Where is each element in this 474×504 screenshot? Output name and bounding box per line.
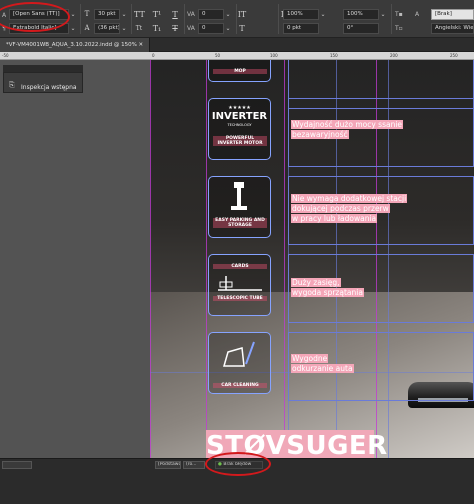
ruler-mark: -50 — [2, 53, 9, 58]
underline-icon[interactable]: T — [170, 9, 180, 20]
ruler-mark: 250 — [450, 53, 458, 58]
car-seat-icon — [220, 340, 260, 370]
feature-icon-caption: POWERFUL INVERTER MOTOR — [213, 136, 267, 146]
tracking-dropdown-icon[interactable]: ⌄ — [224, 23, 232, 34]
font-style-dropdown-icon[interactable]: ⌄ — [69, 23, 77, 34]
leading-icon: A — [84, 24, 90, 32]
subscript-icon[interactable]: T₁ — [152, 23, 162, 34]
annotation-circle — [205, 452, 271, 476]
character-style-field[interactable]: [Brak] — [431, 9, 474, 20]
vertical-scale-field[interactable]: 100% — [283, 9, 319, 20]
horizontal-scale-dropdown-icon[interactable]: ⌄ — [379, 9, 387, 20]
feature-text-line: Wygodne — [291, 354, 329, 363]
page-navigation[interactable] — [2, 461, 32, 469]
feature-text-line: w pracy lub ładowania — [291, 214, 378, 223]
feature-icon-caption-top: CARDS — [213, 264, 267, 269]
ruler-mark: 100 — [270, 53, 278, 58]
preflight-panel-label[interactable]: Inspekcja wstępna — [21, 84, 77, 91]
all-caps-icon[interactable]: TT — [134, 9, 145, 20]
feature-text[interactable]: Duży zasięg, wygoda sprzątania — [291, 278, 364, 298]
separator — [184, 4, 185, 34]
baseline-shift-field[interactable]: 0 pkt — [283, 23, 319, 34]
close-icon[interactable]: ✕ — [139, 42, 144, 48]
document-tab[interactable]: *VF-VM4001WB_AQUA_3.10.2022.indd @ 150% … — [0, 38, 151, 52]
panel-header[interactable] — [3, 65, 83, 72]
font-size-dropdown-icon[interactable]: ⌄ — [120, 9, 128, 20]
margin-guide — [206, 60, 207, 458]
font-size-icon: T — [84, 10, 90, 18]
font-family-dropdown-icon[interactable]: ⌄ — [69, 9, 77, 20]
kerning-field[interactable]: 0 — [198, 9, 224, 20]
feature-text[interactable]: Wygodne odkurzanie auta — [291, 354, 354, 374]
telescopic-tube-icon — [216, 272, 264, 294]
character-style-icon: A — [415, 11, 420, 18]
separator — [278, 4, 279, 34]
parking-stand-icon — [228, 181, 250, 211]
ruler-mark: 50 — [215, 53, 221, 58]
feature-text-line: dokującej podczas przerw — [291, 204, 390, 213]
color-swatch-icon[interactable]: T▪ — [395, 9, 403, 20]
leading-field[interactable]: (36 pkt) — [94, 23, 120, 34]
language-field[interactable]: Angielski: Wielka — [431, 23, 474, 34]
feature-icon-caption: TELESCOPIC TUBE — [213, 296, 267, 301]
feature-icon-caption: EASY PARKING AND STORAGE — [213, 218, 267, 228]
feature-icon-caption: MOP — [213, 69, 267, 74]
horizontal-ruler: -50 0 50 100 150 200 250 — [0, 52, 474, 60]
feature-text-line: wygoda sprzątania — [291, 288, 364, 297]
feature-icon-caption: CAR CLEANING — [213, 383, 267, 388]
separator — [80, 4, 81, 34]
margin-guide — [150, 60, 151, 458]
strikethrough-icon[interactable]: T — [170, 23, 180, 34]
font-size-field[interactable]: 30 pkt — [94, 9, 120, 20]
feature-text-line: bezawaryjność — [291, 130, 349, 139]
inverter-logo-sub: TECHNOLOGY — [227, 123, 252, 127]
separator — [131, 4, 132, 34]
kerning-dropdown-icon[interactable]: ⌄ — [224, 9, 232, 20]
pasteboard — [0, 60, 150, 458]
feature-text-line: Wydajność dużo mocy ssanie — [291, 120, 404, 129]
tracking-icon: VA — [187, 25, 195, 32]
document-tab-title: *VF-VM4001WB_AQUA_3.10.2022.indd @ 150% — [6, 42, 137, 48]
preflight-icon[interactable]: ⎘ — [9, 81, 19, 90]
kerning-icon: VA — [187, 11, 195, 18]
status-info[interactable]: (ro... — [183, 461, 205, 469]
separator — [391, 4, 392, 34]
vertical-scale-dropdown-icon[interactable]: ⌄ — [319, 9, 327, 20]
control-bar: A ¶ [Open Sans (TT)] ⌄ Extrabold Italic]… — [0, 0, 474, 38]
leading-dropdown-icon[interactable]: ⌄ — [120, 23, 128, 34]
feature-text[interactable]: Wydajność dużo mocy ssanie bezawaryjność — [291, 120, 404, 140]
inverter-logo: INVERTER — [211, 111, 268, 122]
small-caps-icon[interactable]: Tt — [134, 23, 144, 34]
document-canvas[interactable]: MOP ★★★★★ INVERTER TECHNOLOGY POWERFUL I… — [150, 60, 474, 458]
horizontal-scale-field[interactable]: 100% — [343, 9, 379, 20]
feature-text-line: Duży zasięg, — [291, 278, 341, 287]
vertical-scale-icon: IT — [237, 10, 247, 19]
style-field[interactable]: [Podstawowy] — [155, 461, 181, 469]
ruler-mark: 150 — [330, 53, 338, 58]
tracking-field[interactable]: 0 — [198, 23, 224, 34]
feature-text-line: Nie wymaga dodatkowej stacji — [291, 194, 408, 203]
feature-text[interactable]: Nie wymaga dodatkowej stacji dokującej p… — [291, 194, 408, 224]
feature-text-line: odkurzanie auta — [291, 364, 354, 373]
stroke-swatch-icon[interactable]: T▫ — [395, 23, 403, 34]
ruler-mark: 200 — [390, 53, 398, 58]
skew-icon: T — [239, 24, 245, 33]
skew-field[interactable]: 0° — [343, 23, 379, 34]
superscript-icon[interactable]: T¹ — [152, 9, 162, 20]
margin-guide — [284, 60, 285, 458]
ruler-mark: 0 — [152, 53, 155, 58]
